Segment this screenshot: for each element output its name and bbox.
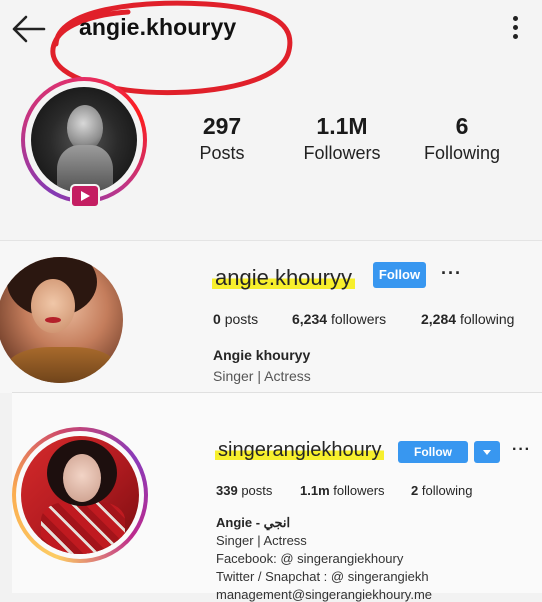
following-label: following (459, 311, 515, 327)
followers-label: followers (330, 311, 387, 327)
followers-count: 6,234 (292, 311, 328, 327)
following-label: Following (423, 143, 501, 163)
profile-card-1: angie.khouryy Follow ··· 0 posts 6,234 f… (0, 240, 542, 393)
profile-full-name: Angie - انجي (216, 515, 291, 530)
bio-line: Twitter / Snapchat : @ singerangiekh (216, 569, 429, 584)
followers-stat[interactable]: 1.1M Followers (282, 113, 402, 164)
profile-full-name: Angie khouryy (213, 347, 311, 363)
following-stat[interactable]: 2,284 following (421, 311, 514, 327)
profile-username: angie.khouryy (79, 14, 237, 40)
story-ring[interactable] (12, 427, 148, 563)
followers-stat[interactable]: 1.1m followers (300, 483, 385, 498)
followers-count: 1.1M (316, 113, 368, 139)
reels-icon[interactable] (70, 184, 100, 208)
more-options-icon[interactable]: ··· (512, 441, 531, 459)
posts-label: posts (224, 311, 259, 327)
following-stat[interactable]: 2 following (411, 483, 472, 498)
posts-label: posts (241, 483, 273, 498)
profile-bio: Singer | Actress (213, 368, 311, 384)
profile-avatar[interactable] (0, 257, 123, 383)
profile-card-2: singerangiekhoury Follow ··· 339 posts 1… (12, 392, 542, 602)
bio-line: Singer | Actress (216, 533, 307, 548)
profile-avatar (21, 436, 139, 554)
following-label: following (421, 483, 473, 498)
followers-stat[interactable]: 6,234 followers (292, 311, 386, 327)
posts-stat: 339 posts (216, 483, 272, 498)
followers-count: 1.1m (300, 483, 330, 498)
posts-count: 0 (213, 311, 221, 327)
posts-stat: 0 posts (213, 311, 258, 327)
more-options-icon[interactable]: ··· (441, 263, 462, 284)
profile-username: angie.khouryy (212, 265, 355, 291)
followers-label: Followers (303, 143, 381, 163)
bio-line: Facebook: @ singerangiekhoury (216, 551, 404, 566)
profile-username: singerangiekhoury (215, 439, 385, 462)
posts-stat[interactable]: 297 Posts (162, 113, 282, 164)
posts-count: 339 (216, 483, 238, 498)
more-options-icon[interactable] (508, 16, 522, 42)
follow-button[interactable]: Follow (373, 262, 426, 288)
posts-count: 297 (202, 113, 242, 139)
bio-line[interactable]: management@singerangiekhoury.me (216, 587, 432, 602)
following-count: 2 (411, 483, 419, 498)
mobile-profile-header: angie.khouryy 297 Posts 1.1M Followers 6… (0, 0, 542, 240)
following-stat[interactable]: 6 Following (402, 113, 522, 164)
profile-avatar (31, 87, 137, 193)
posts-label: Posts (199, 143, 245, 163)
follow-button[interactable]: Follow (398, 441, 468, 463)
following-count: 6 (455, 113, 469, 139)
followers-label: followers (333, 483, 385, 498)
suggestions-dropdown-icon[interactable] (474, 441, 500, 463)
following-count: 2,284 (421, 311, 457, 327)
